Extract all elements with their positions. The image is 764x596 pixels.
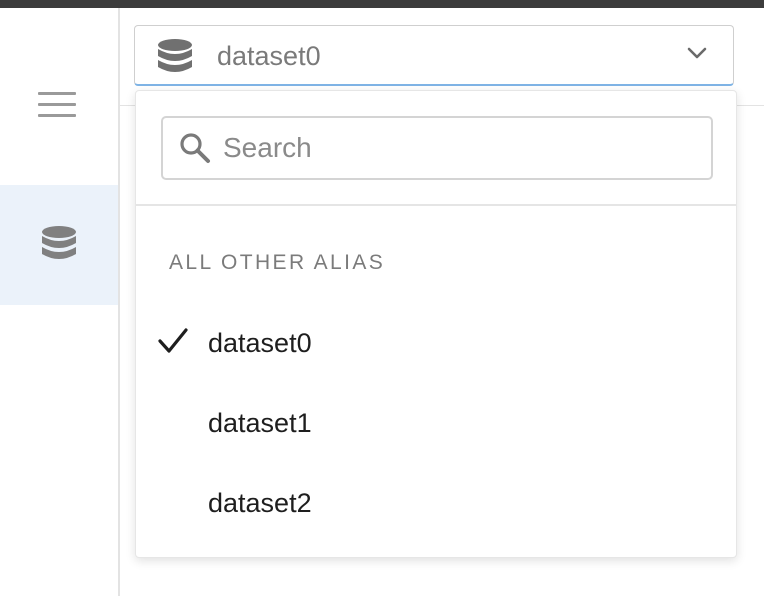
checkmark-icon	[158, 328, 188, 353]
section-heading: ALL OTHER ALIAS	[169, 251, 386, 274]
option-label: dataset2	[208, 487, 312, 518]
option-dataset0[interactable]: dataset0	[136, 303, 736, 383]
chevron-down-icon	[687, 47, 707, 59]
option-dataset1[interactable]: dataset1	[136, 383, 736, 463]
search-input[interactable]	[223, 128, 693, 168]
option-label: dataset0	[208, 327, 312, 358]
database-icon	[158, 39, 192, 72]
dataset-dropdown-menu: ALL OTHER ALIAS dataset0 dataset1 datase…	[135, 90, 737, 558]
menu-button[interactable]	[18, 80, 96, 130]
option-label: dataset1	[208, 407, 312, 438]
sidebar	[0, 8, 120, 596]
top-bar	[0, 0, 764, 8]
sidebar-item-datasets[interactable]	[0, 185, 118, 305]
selected-dataset-label: dataset0	[217, 41, 321, 71]
dropdown-divider	[136, 204, 736, 206]
search-icon	[180, 133, 210, 163]
database-icon	[42, 226, 76, 259]
hamburger-menu-icon	[38, 92, 76, 117]
search-field[interactable]	[161, 116, 713, 180]
option-dataset2[interactable]: dataset2	[136, 463, 736, 543]
dataset-selector[interactable]: dataset0	[134, 25, 734, 86]
